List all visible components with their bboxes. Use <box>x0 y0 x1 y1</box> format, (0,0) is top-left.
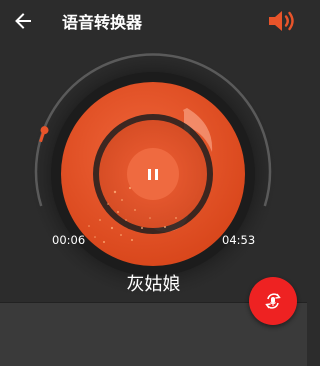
app-screen: 语音转换器 00:06 04:53 灰姑娘 <box>0 0 307 366</box>
speaker-button[interactable] <box>266 6 298 36</box>
voice-change-button[interactable] <box>249 277 297 325</box>
progress-knob[interactable] <box>40 126 49 135</box>
speaker-volume-icon <box>269 11 294 31</box>
arrow-left-icon <box>15 13 31 29</box>
back-button[interactable] <box>10 8 36 34</box>
elapsed-time: 00:06 <box>52 233 86 247</box>
voice-change-icon <box>265 293 281 309</box>
toolbar: 语音转换器 <box>0 0 307 42</box>
page-title: 语音转换器 <box>62 13 143 32</box>
pause-button[interactable] <box>127 148 179 200</box>
player-area <box>0 42 307 300</box>
total-time: 04:53 <box>222 233 256 247</box>
disc-graphic <box>25 46 281 300</box>
